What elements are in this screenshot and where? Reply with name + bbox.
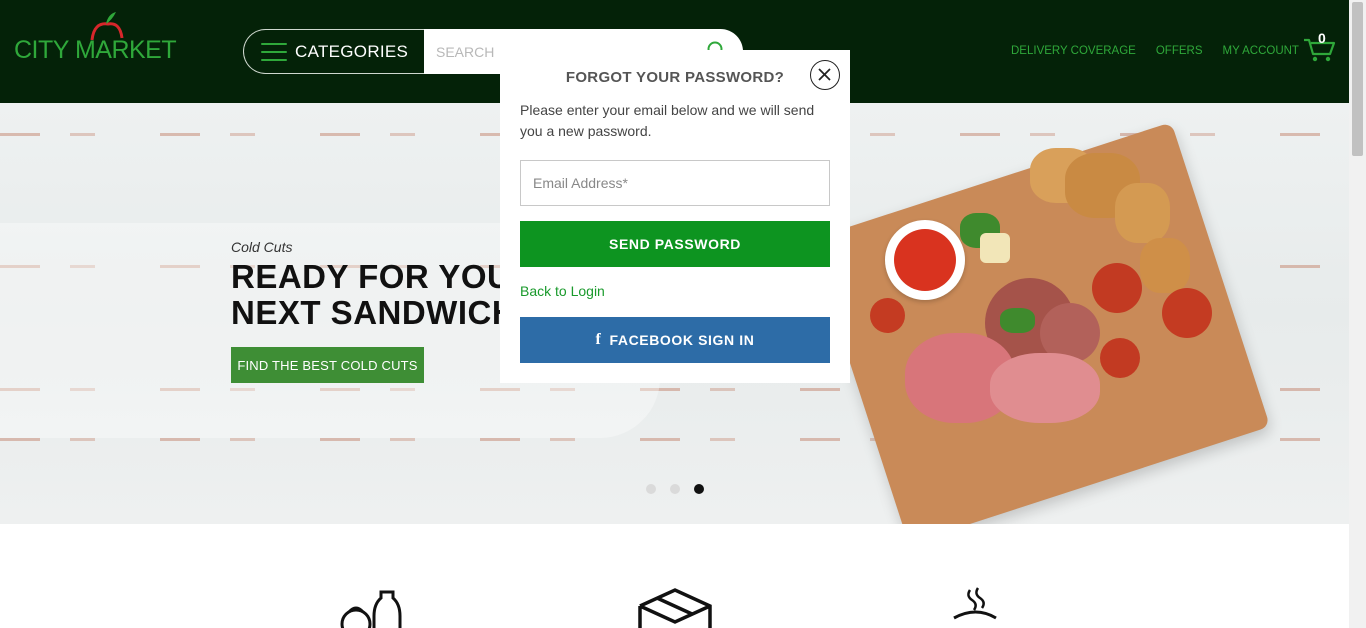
scrollbar-thumb[interactable]: [1352, 2, 1363, 156]
close-button[interactable]: [810, 60, 840, 90]
forgot-password-modal: FORGOT YOUR PASSWORD? Please enter your …: [500, 50, 850, 383]
hero-title-line-2: NEXT SANDWICH: [231, 294, 517, 331]
hero-title-line-1: READY FOR YOUR: [231, 258, 536, 295]
nav-delivery-coverage[interactable]: DELIVERY COVERAGE: [1011, 45, 1136, 57]
modal-title: FORGOT YOUR PASSWORD?: [565, 69, 785, 86]
carousel-dot-1[interactable]: [646, 484, 656, 494]
cart-button[interactable]: 0: [1302, 30, 1338, 64]
email-field[interactable]: [520, 160, 830, 206]
cart-count: 0: [1318, 30, 1326, 46]
carousel-dot-3[interactable]: [694, 484, 704, 494]
facebook-sign-in-label: FACEBOOK SIGN IN: [609, 332, 755, 348]
city-market-logo[interactable]: CITY MARKET: [14, 10, 177, 66]
feature-icons-section: [0, 524, 1349, 628]
grocery-icon: [340, 590, 402, 628]
categories-label: CATEGORIES: [295, 41, 409, 61]
hero-title: READY FOR YOUR NEXT SANDWICH: [231, 259, 536, 331]
box-icon: [638, 588, 712, 628]
nav-my-account[interactable]: MY ACCOUNT: [1222, 45, 1298, 57]
categories-button[interactable]: CATEGORIES: [243, 29, 425, 74]
facebook-icon: f: [595, 331, 602, 348]
hot-food-icon: [953, 587, 997, 620]
carousel-dot-2[interactable]: [670, 484, 680, 494]
find-cold-cuts-button[interactable]: FIND THE BEST COLD CUTS: [231, 347, 424, 383]
nav-offers[interactable]: OFFERS: [1156, 45, 1203, 57]
modal-description: Please enter your email below and we wil…: [520, 102, 815, 139]
header-nav: DELIVERY COVERAGE OFFERS MY ACCOUNT: [1011, 45, 1299, 57]
hamburger-icon: [261, 42, 287, 61]
logo-text: CITY MARKET: [14, 36, 177, 64]
hero-kicker: Cold Cuts: [231, 239, 293, 255]
facebook-sign-in-button[interactable]: f FACEBOOK SIGN IN: [520, 317, 830, 363]
carousel-dots: [646, 484, 704, 494]
close-icon: [818, 68, 831, 81]
send-password-button[interactable]: SEND PASSWORD: [520, 221, 830, 267]
back-to-login-link[interactable]: Back to Login: [520, 283, 605, 299]
page-scrollbar[interactable]: [1349, 0, 1366, 628]
page: CITY MARKET CATEGORIES DELIVERY COVERAGE…: [0, 0, 1366, 628]
